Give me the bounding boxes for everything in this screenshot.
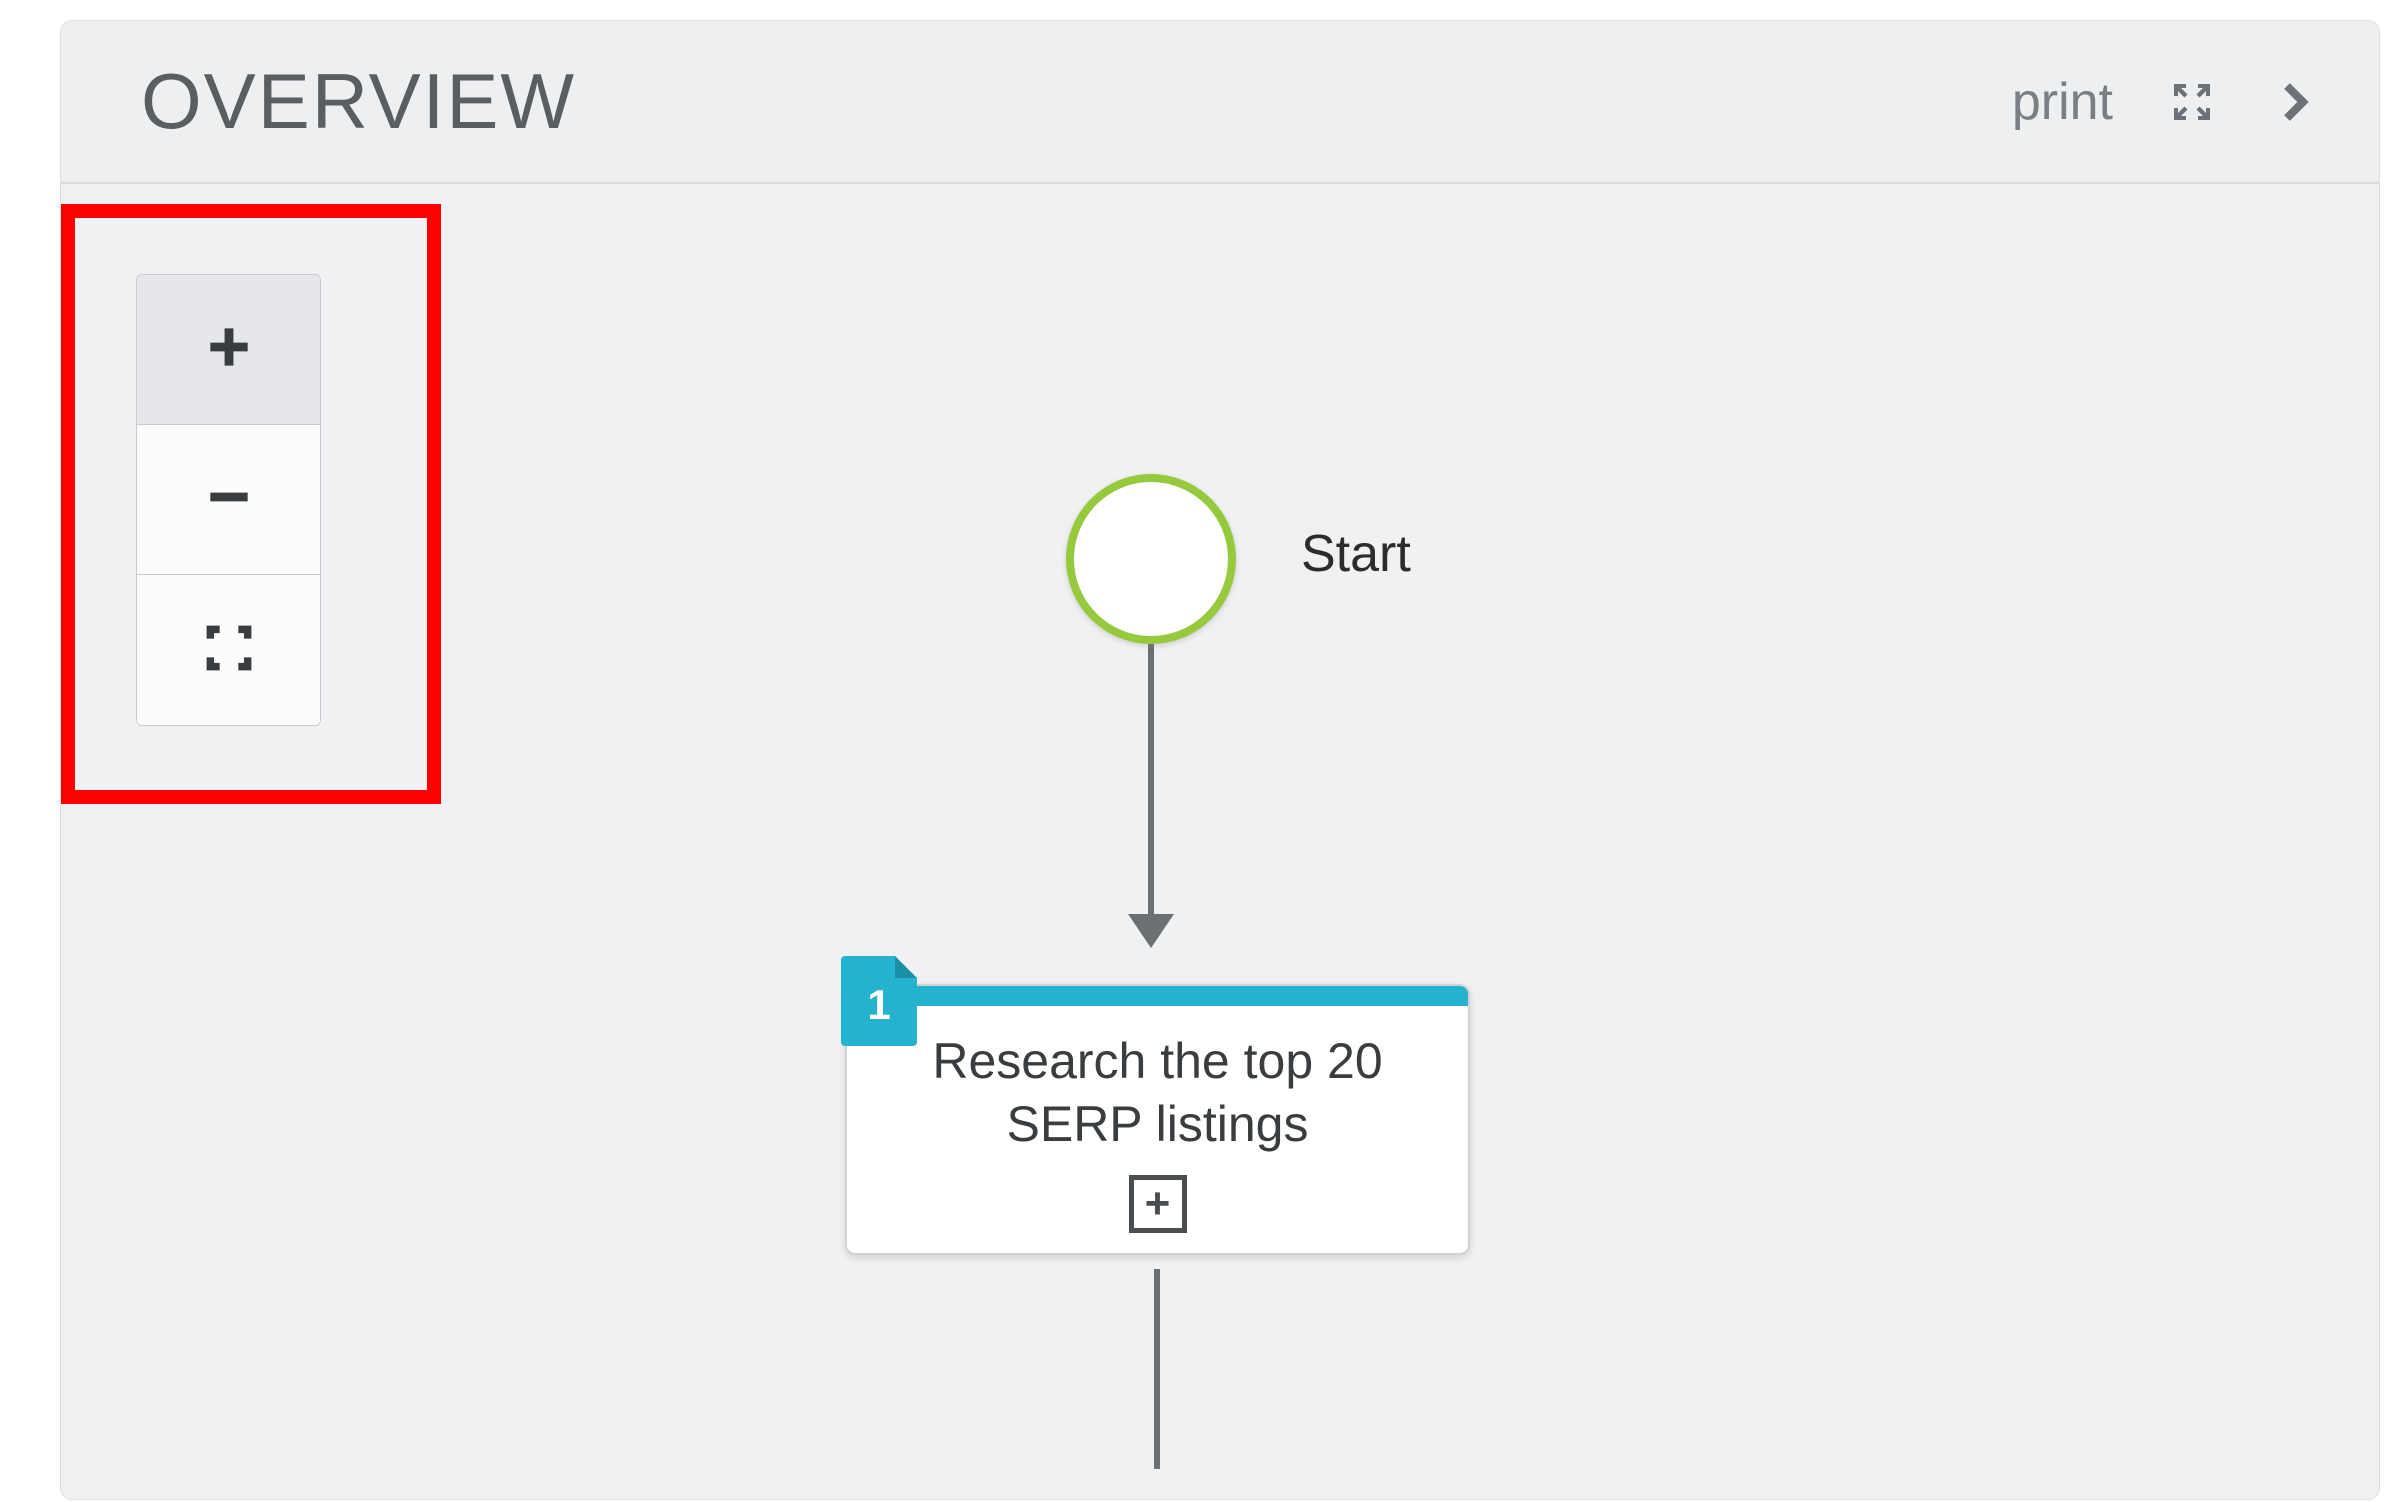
panel-title: OVERVIEW [141, 56, 576, 147]
task-node-1[interactable]: 1 Research the top 20 SERP listings + [845, 984, 1470, 1255]
plus-box-icon: + [1145, 1182, 1171, 1226]
task-text: Research the top 20 SERP listings [877, 1030, 1438, 1155]
overview-panel: OVERVIEW print [60, 20, 2380, 1500]
task-badge: 1 [841, 956, 917, 1046]
start-label: Start [1301, 524, 1411, 584]
connector-line [1148, 644, 1154, 924]
panel-header: OVERVIEW print [61, 21, 2379, 184]
print-button[interactable]: print [2012, 72, 2113, 132]
connector-arrow-icon [1128, 914, 1174, 948]
task-expand-container: + [847, 1175, 1468, 1253]
connector-line [1154, 1269, 1160, 1469]
start-node[interactable] [1066, 474, 1236, 644]
header-actions: print [2012, 72, 2319, 132]
expand-icon[interactable] [2168, 78, 2216, 126]
flow-container: Start 1 Research the top 20 SERP listing… [61, 184, 2379, 1502]
task-content: Research the top 20 SERP listings [847, 1006, 1468, 1175]
flow-canvas[interactable]: Start 1 Research the top 20 SERP listing… [61, 184, 2379, 1502]
chevron-right-icon[interactable] [2271, 78, 2319, 126]
task-accent-bar [847, 986, 1468, 1006]
task-badge-number: 1 [867, 981, 890, 1029]
task-expand-button[interactable]: + [1129, 1175, 1187, 1233]
